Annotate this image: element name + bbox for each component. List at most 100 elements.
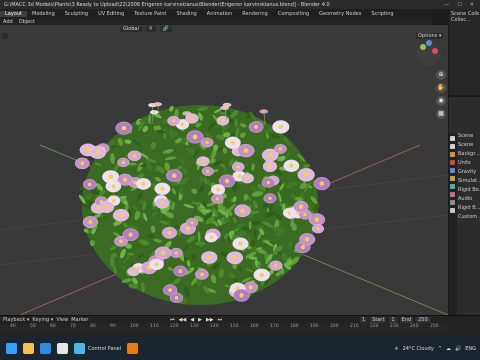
hand-icon[interactable]: ✋ <box>436 83 446 93</box>
axis-gizmo[interactable] <box>414 39 444 69</box>
flower-center <box>185 112 188 115</box>
flower-center <box>160 201 165 206</box>
daisy-flower <box>196 156 210 167</box>
view-menu[interactable]: View <box>56 317 68 323</box>
scene-panel[interactable]: Scene <box>458 142 480 151</box>
select-tool-icon[interactable] <box>2 33 8 39</box>
tab-sculpting[interactable]: Sculpting <box>60 11 93 17</box>
properties-tab-icon[interactable] <box>450 184 455 189</box>
photos-icon[interactable] <box>40 343 51 354</box>
language-indicator[interactable]: ENG <box>465 346 476 352</box>
properties-tab-icon[interactable] <box>450 176 455 181</box>
properties-tab-icon[interactable] <box>450 136 455 141</box>
properties-tab-icon[interactable] <box>450 152 455 157</box>
system-tray: ☀ 24°C Cloudy ^ ☁ 🔊 ENG <box>394 337 476 360</box>
flower-center <box>215 197 219 201</box>
flower-center <box>128 232 133 237</box>
camera-icon[interactable]: ◉ <box>436 96 446 106</box>
window-title: G:\MACC 3d Models\Plants\3 Ready to Uplo… <box>4 1 330 8</box>
daisy-flower <box>74 157 90 170</box>
volume-icon[interactable]: 🔊 <box>455 346 461 352</box>
jump-keyframe-forward-icon[interactable]: ▶▶ <box>206 317 214 323</box>
outliner-item[interactable]: Collec... <box>451 17 479 23</box>
custom-properties-panel[interactable]: Custom ... <box>458 214 480 223</box>
play-icon[interactable]: ▶ <box>198 317 202 323</box>
tab-modeling[interactable]: Modeling <box>27 11 60 17</box>
notes-icon[interactable] <box>57 343 68 354</box>
gizmo-x-axis <box>432 48 438 54</box>
tab-shading[interactable]: Shading <box>171 11 201 17</box>
flower-center <box>207 255 212 260</box>
close-icon[interactable]: ✕ <box>470 2 474 8</box>
flower-center <box>200 272 204 277</box>
viewport-header: Add Object <box>0 18 432 25</box>
flower-center <box>180 122 185 127</box>
properties-tab-icon[interactable] <box>450 208 455 213</box>
flower-center <box>216 187 221 192</box>
jump-keyframe-back-icon[interactable]: ◀◀ <box>179 317 187 323</box>
windows-start-icon[interactable] <box>6 343 17 354</box>
flower-center <box>224 178 230 184</box>
gizmo-y-axis <box>420 44 426 50</box>
flower-center <box>119 239 123 244</box>
properties-tab-icon[interactable] <box>450 160 455 165</box>
simulation-panel[interactable]: Simulat... <box>458 178 480 187</box>
daisy-flower <box>105 180 122 193</box>
tab-geometry-nodes[interactable]: Geometry Nodes <box>314 11 366 17</box>
rigid-body-world-panel[interactable]: Rigid B... <box>458 205 480 214</box>
daisy-flower <box>201 251 218 264</box>
properties-tab-icon[interactable] <box>450 144 455 149</box>
tray-overflow-icon[interactable]: ^ <box>438 346 442 352</box>
tab-animation[interactable]: Animation <box>202 11 238 17</box>
play-reverse-icon[interactable]: ◀ <box>190 317 194 323</box>
grid-icon[interactable]: ▦ <box>436 109 446 119</box>
start-frame-field[interactable]: 1 <box>389 317 397 323</box>
background-panel[interactable]: Backgr... <box>458 151 480 160</box>
tab-uv-editing[interactable]: UV Editing <box>93 11 129 17</box>
properties-tab-icon[interactable] <box>450 192 455 197</box>
flower-center <box>266 180 270 185</box>
daisy-flower <box>263 193 277 204</box>
object-menu[interactable]: Object <box>16 19 38 25</box>
audio-panel[interactable]: Audio <box>458 196 480 205</box>
tab-layout[interactable]: Layout <box>0 10 27 17</box>
gravity-panel[interactable]: Gravity <box>458 169 480 178</box>
tab-texture-paint[interactable]: Texture Paint <box>129 11 171 17</box>
zoom-icon[interactable]: ⊕ <box>436 70 446 80</box>
flower-center <box>108 174 113 180</box>
current-frame-field[interactable]: 1 <box>360 317 368 323</box>
flower-center <box>154 262 159 267</box>
daisy-flower <box>274 144 287 154</box>
playback-menu[interactable]: Playback ▾ <box>3 317 29 323</box>
jump-end-icon[interactable]: ⏭ <box>218 317 223 323</box>
tab-rendering[interactable]: Rendering <box>237 11 273 17</box>
jump-start-icon[interactable]: ⏮ <box>170 317 175 323</box>
rigid-body-panel[interactable]: Rigid Bo... <box>458 187 480 196</box>
tab-scripting[interactable]: Scripting <box>366 11 398 17</box>
weather-icon[interactable]: ☀ <box>394 346 398 352</box>
units-panel[interactable]: Units <box>458 160 480 169</box>
tab-compositing[interactable]: Compositing <box>273 11 314 17</box>
3d-viewport[interactable]: Global ⚲ 🔗 Options ▾ ⊕ ✋ ◉ ▦ <box>0 25 448 315</box>
properties-tab-icon[interactable] <box>450 168 455 173</box>
minimize-icon[interactable]: — <box>444 2 449 8</box>
network-icon[interactable]: ☁ <box>446 346 451 352</box>
daisy-flower <box>166 169 183 182</box>
weather-text[interactable]: 24°C Cloudy <box>403 346 434 352</box>
ruler-tick-label: 140 <box>210 324 219 329</box>
daisy-flower <box>240 173 254 184</box>
marker-menu[interactable]: Marker <box>71 317 88 323</box>
timeline-ruler[interactable]: 40 50 60 70 80 90 100 110 120 130 140 150 160 170 180 1… <box>0 324 448 331</box>
properties-tab-icon[interactable] <box>450 200 455 205</box>
add-menu[interactable]: Add <box>0 19 16 25</box>
maximize-icon[interactable]: ☐ <box>457 2 461 8</box>
blender-icon[interactable] <box>127 343 139 354</box>
flower-center <box>153 111 156 114</box>
flower-center <box>268 196 272 200</box>
end-frame-field[interactable]: 250 <box>416 317 430 323</box>
control-panel-app[interactable]: Control Panel <box>74 343 121 354</box>
flower-center <box>236 165 240 169</box>
file-explorer-icon[interactable] <box>23 343 34 354</box>
flower-center <box>132 269 136 273</box>
keying-menu[interactable]: Keying ▾ <box>32 317 53 323</box>
